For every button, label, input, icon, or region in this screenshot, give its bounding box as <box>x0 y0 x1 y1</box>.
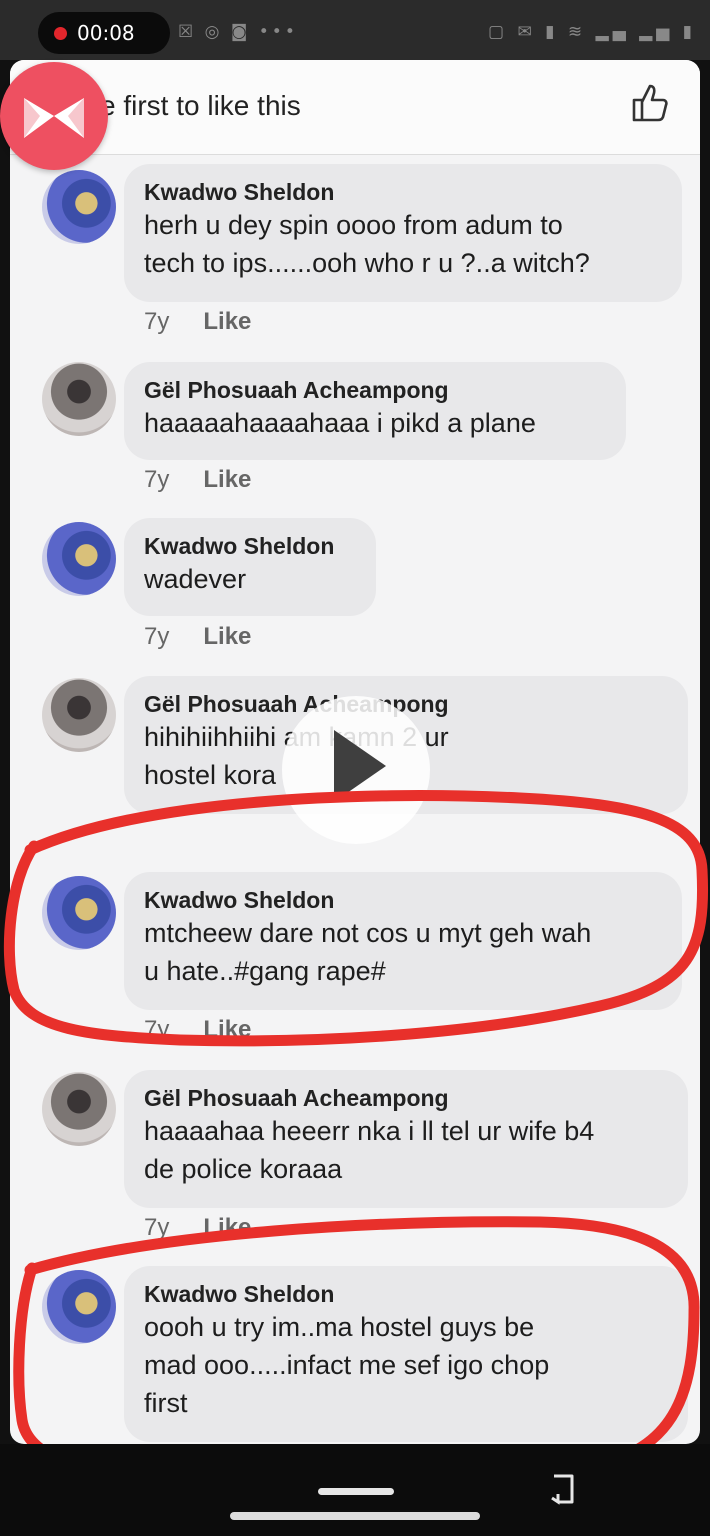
comment-text-line: herh u dey spin oooo from adum to <box>144 210 563 240</box>
avatar[interactable] <box>42 170 116 244</box>
bowtie-logo-icon <box>24 98 84 138</box>
comment-text-line: haaaahaa heeerr nka i ll tel ur wife b4 <box>144 1116 595 1146</box>
comment-meta: 7y Like <box>144 466 251 494</box>
comment-text-line: u hate..#gang rape# <box>144 956 386 986</box>
comment-bubble[interactable]: Kwadwo Sheldon herh u dey spin oooo from… <box>124 164 682 302</box>
comment-bubble[interactable]: Kwadwo Sheldon wadever <box>124 518 376 616</box>
like-link[interactable]: Like <box>203 1016 251 1043</box>
system-status-icons: ▢ ✉ ▮ ≋ ▂▄ ▂▅ ▮ <box>488 22 696 42</box>
comment-text-line: mtcheew dare not cos u myt geh wah <box>144 918 592 948</box>
home-button[interactable] <box>318 1488 394 1495</box>
comment-author[interactable]: Gël Phosuaah Acheampong <box>144 1084 666 1112</box>
avatar[interactable] <box>42 1270 116 1344</box>
home-indicator[interactable] <box>230 1512 480 1520</box>
comment-author[interactable]: Kwadwo Sheldon <box>144 178 660 206</box>
comment-bubble[interactable]: Gël Phosuaah Acheampong haaaahaa heeerr … <box>124 1070 688 1208</box>
comment-text-line: first <box>144 1388 188 1418</box>
comment-author[interactable]: Gël Phosuaah Acheampong <box>144 376 604 404</box>
back-icon[interactable] <box>548 1472 578 1506</box>
like-link[interactable]: Like <box>203 308 251 335</box>
comment-author[interactable]: Kwadwo Sheldon <box>144 886 660 914</box>
record-time: 00:08 <box>77 21 135 45</box>
comment-meta: 7y Like <box>144 623 251 651</box>
play-icon <box>334 730 386 802</box>
comment-meta: 7y Like <box>144 1214 251 1242</box>
thumbs-up-icon[interactable] <box>630 82 672 124</box>
comment-text-line: haaaaahaaaahaaa i pikd a plane <box>144 408 536 438</box>
avatar[interactable] <box>42 1072 116 1146</box>
like-link[interactable]: Like <box>203 1214 251 1241</box>
like-link[interactable]: Like <box>203 623 251 650</box>
comment-bubble[interactable]: Kwadwo Sheldon oooh u try im..ma hostel … <box>124 1266 688 1442</box>
app-logo[interactable] <box>0 62 108 170</box>
comment-bubble[interactable]: Kwadwo Sheldon mtcheew dare not cos u my… <box>124 872 682 1010</box>
likes-header: e first to like this <box>10 60 700 155</box>
record-dot-icon <box>54 26 67 40</box>
comment-age: 7y <box>144 308 170 335</box>
avatar[interactable] <box>42 876 116 950</box>
comment-age: 7y <box>144 1214 170 1241</box>
comment-author[interactable]: Kwadwo Sheldon <box>144 1280 666 1308</box>
avatar[interactable] <box>42 522 116 596</box>
status-bar: 00:08 ☒ ◎ ◙ ••• ▢ ✉ ▮ ≋ ▂▄ ▂▅ ▮ <box>0 0 710 60</box>
comment-age: 7y <box>144 623 170 650</box>
comment-text-line: wadever <box>144 564 247 594</box>
comment-text-line: mad ooo.....infact me sef igo chop <box>144 1350 550 1380</box>
comment-age: 7y <box>144 1016 170 1043</box>
comment-meta: 7y Like <box>144 308 251 336</box>
play-button[interactable] <box>282 696 430 844</box>
navigation-bar <box>0 1444 710 1536</box>
notification-icons: ☒ ◎ ◙ ••• <box>178 22 298 42</box>
comment-bubble[interactable]: Gël Phosuaah Acheampong haaaaahaaaahaaa … <box>124 362 626 460</box>
like-link[interactable]: Like <box>203 466 251 493</box>
comment-text-line: oooh u try im..ma hostel guys be <box>144 1312 535 1342</box>
avatar[interactable] <box>42 678 116 752</box>
comment-text-line: de police koraaa <box>144 1154 343 1184</box>
comment-age: 7y <box>144 466 170 493</box>
comment-author[interactable]: Kwadwo Sheldon <box>144 532 354 560</box>
screen-recording-indicator[interactable]: 00:08 <box>38 12 170 54</box>
comment-text-line: tech to ips......ooh who r u ?..a witch? <box>144 248 590 278</box>
likes-summary: e first to like this <box>100 90 301 121</box>
avatar[interactable] <box>42 362 116 436</box>
comment-meta: 7y Like <box>144 1016 251 1044</box>
